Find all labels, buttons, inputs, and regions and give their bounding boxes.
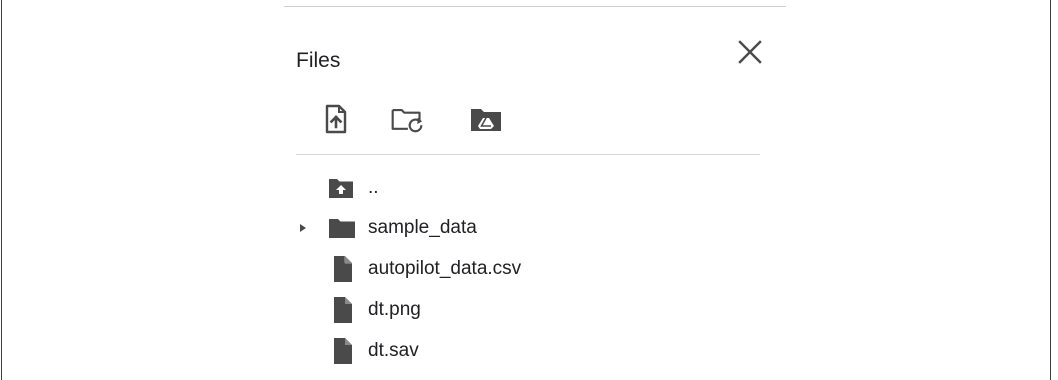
folder-icon	[329, 219, 355, 238]
caret-right-icon	[300, 224, 306, 232]
toolbar-divider	[296, 154, 760, 155]
folder-refresh-icon	[391, 108, 423, 133]
file-icon	[334, 338, 352, 364]
file-icon	[334, 256, 352, 282]
tree-item-parent[interactable]: ..	[292, 171, 379, 205]
refresh-folder-button[interactable]	[390, 102, 424, 136]
file-upload-icon	[325, 104, 347, 134]
expand-caret[interactable]	[292, 211, 314, 245]
upload-file-button[interactable]	[319, 102, 353, 136]
close-icon	[738, 40, 762, 64]
drive-folder-icon	[471, 109, 501, 131]
tree-item-label: ..	[368, 177, 379, 198]
tree-item-autopilot-data[interactable]: autopilot_data.csv	[292, 252, 521, 286]
tree-item-label: sample_data	[368, 217, 477, 238]
tree-item-label: dt.png	[368, 299, 421, 320]
file-icon	[334, 297, 352, 323]
tree-item-label: dt.sav	[368, 340, 419, 361]
folder-up-icon	[329, 179, 353, 198]
mount-drive-button[interactable]	[469, 102, 503, 136]
tree-item-label: autopilot_data.csv	[368, 258, 522, 279]
top-rule	[284, 6, 786, 7]
tree-item-dt-sav[interactable]: dt.sav	[292, 334, 419, 368]
tree-item-sample-data[interactable]: sample_data	[292, 211, 477, 245]
panel-title: Files	[296, 49, 341, 72]
close-button[interactable]	[734, 36, 766, 68]
window-frame	[1, 0, 1051, 380]
tree-item-dt-png[interactable]: dt.png	[292, 293, 421, 327]
